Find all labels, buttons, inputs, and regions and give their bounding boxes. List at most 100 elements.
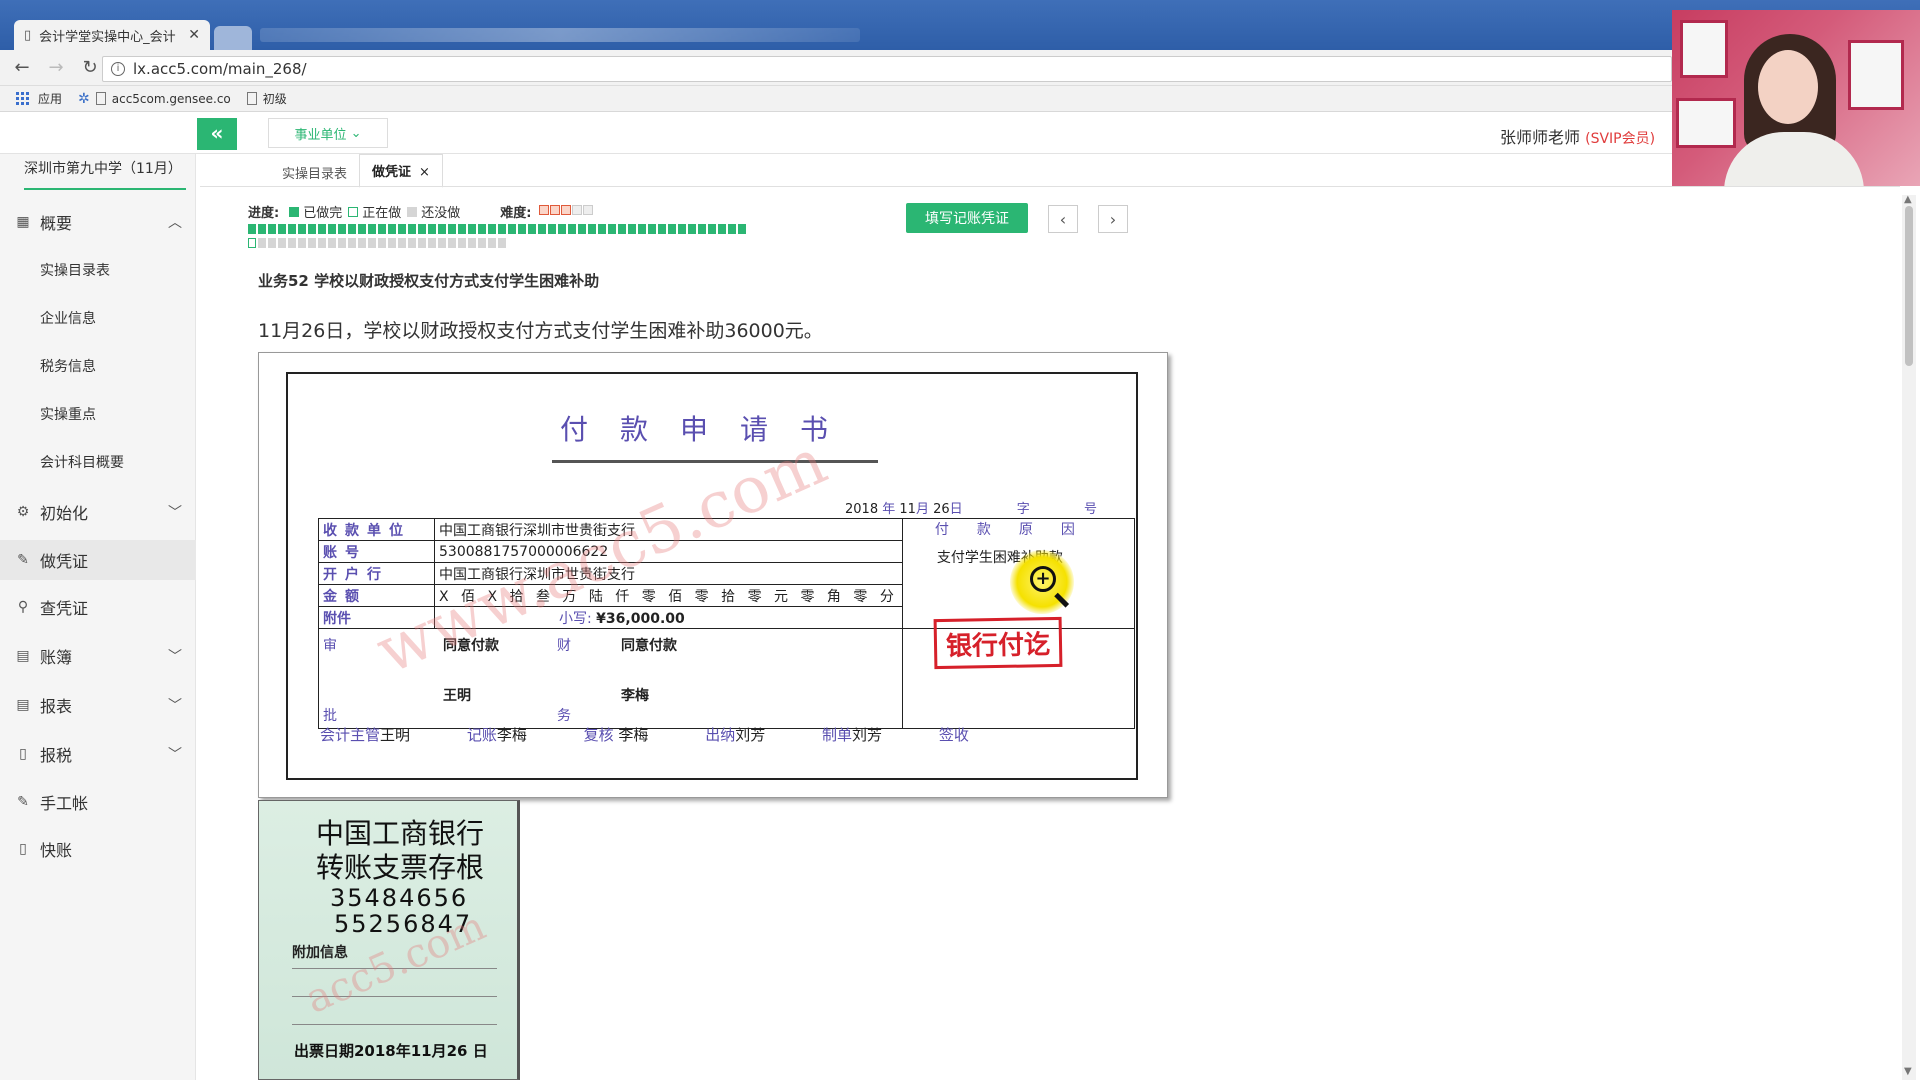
progress-step-done[interactable] — [348, 224, 356, 234]
bookmark-gensee[interactable]: ✲ acc5com.gensee.co — [78, 91, 231, 107]
progress-step-todo[interactable] — [388, 238, 396, 248]
progress-step-done[interactable] — [588, 224, 596, 234]
fill-voucher-button[interactable]: 填写记账凭证 — [906, 203, 1028, 233]
sidebar-subitem-accounts[interactable]: 会计科目概要 — [40, 452, 124, 472]
tab-catalog[interactable]: 实操目录表 — [270, 157, 359, 188]
progress-step-todo[interactable] — [378, 238, 386, 248]
close-icon[interactable]: ✕ — [188, 27, 200, 43]
bookmark-chuji[interactable]: 初级 — [246, 90, 287, 107]
user-info[interactable]: 张师师老师 (SVIP会员) — [1500, 124, 1655, 148]
bookmark-apps[interactable]: 应用 — [16, 90, 62, 107]
progress-step-done[interactable] — [608, 224, 616, 234]
progress-step-done[interactable] — [518, 224, 526, 234]
progress-step-done[interactable] — [618, 224, 626, 234]
progress-step-done[interactable] — [248, 224, 256, 234]
progress-step-todo[interactable] — [498, 238, 506, 248]
progress-step-todo[interactable] — [458, 238, 466, 248]
progress-step-done[interactable] — [428, 224, 436, 234]
progress-step-done[interactable] — [628, 224, 636, 234]
progress-step-todo[interactable] — [488, 238, 496, 248]
progress-step-done[interactable] — [578, 224, 586, 234]
progress-step-todo[interactable] — [468, 238, 476, 248]
browser-tab[interactable]: ▯ 会计学堂实操中心_会计 ✕ — [14, 20, 210, 50]
progress-step-done[interactable] — [698, 224, 706, 234]
info-icon[interactable]: i — [111, 62, 125, 76]
progress-step-done[interactable] — [728, 224, 736, 234]
sidebar-item-overview[interactable]: ▦ 概要 ︿ — [0, 202, 196, 242]
close-icon[interactable]: × — [419, 165, 430, 180]
progress-step-done[interactable] — [548, 224, 556, 234]
progress-step-todo[interactable] — [328, 238, 336, 248]
progress-step-done[interactable] — [568, 224, 576, 234]
progress-step-todo[interactable] — [438, 238, 446, 248]
progress-step-todo[interactable] — [478, 238, 486, 248]
sidebar-item-init[interactable]: ⚙ 初始化 ﹀ — [0, 492, 196, 532]
progress-step-done[interactable] — [358, 224, 366, 234]
progress-step-todo[interactable] — [418, 238, 426, 248]
progress-step-done[interactable] — [648, 224, 656, 234]
progress-step-todo[interactable] — [368, 238, 376, 248]
progress-step-done[interactable] — [678, 224, 686, 234]
progress-step-done[interactable] — [688, 224, 696, 234]
prev-button[interactable]: ‹ — [1048, 205, 1078, 233]
progress-step-done[interactable] — [638, 224, 646, 234]
progress-step-done[interactable] — [478, 224, 486, 234]
progress-step-current[interactable] — [248, 238, 256, 248]
progress-step-todo[interactable] — [358, 238, 366, 248]
progress-step-done[interactable] — [488, 224, 496, 234]
back-arrow-icon[interactable]: ← — [10, 57, 34, 78]
tab-make-voucher[interactable]: 做凭证 × — [359, 154, 443, 188]
progress-step-done[interactable] — [498, 224, 506, 234]
progress-step-done[interactable] — [468, 224, 476, 234]
progress-step-todo[interactable] — [428, 238, 436, 248]
progress-step-done[interactable] — [318, 224, 326, 234]
zoom-in-icon[interactable]: + — [1030, 566, 1056, 592]
progress-step-todo[interactable] — [338, 238, 346, 248]
sidebar-item-manual[interactable]: ✎ 手工帐 — [0, 782, 196, 822]
progress-step-done[interactable] — [288, 224, 296, 234]
collapse-sidebar-button[interactable]: « — [197, 118, 237, 150]
progress-step-todo[interactable] — [408, 238, 416, 248]
progress-step-done[interactable] — [668, 224, 676, 234]
sidebar-item-make-voucher[interactable]: ✎ 做凭证 — [0, 540, 196, 580]
progress-step-done[interactable] — [528, 224, 536, 234]
scroll-up-arrow-icon[interactable]: ▲ — [1904, 194, 1912, 205]
progress-step-done[interactable] — [268, 224, 276, 234]
progress-step-todo[interactable] — [448, 238, 456, 248]
progress-step-todo[interactable] — [308, 238, 316, 248]
progress-step-done[interactable] — [718, 224, 726, 234]
sidebar-item-query-voucher[interactable]: ⚲ 查凭证 — [0, 587, 196, 627]
progress-step-done[interactable] — [258, 224, 266, 234]
progress-step-done[interactable] — [708, 224, 716, 234]
progress-step-done[interactable] — [408, 224, 416, 234]
sidebar-item-tax-filing[interactable]: ▯ 报税 ﹀ — [0, 734, 196, 774]
unit-type-select[interactable]: 事业单位 ⌄ — [268, 118, 388, 148]
progress-step-done[interactable] — [508, 224, 516, 234]
sidebar-subitem-catalog[interactable]: 实操目录表 — [40, 260, 110, 280]
next-button[interactable]: › — [1098, 205, 1128, 233]
progress-step-todo[interactable] — [348, 238, 356, 248]
progress-step-done[interactable] — [658, 224, 666, 234]
progress-step-done[interactable] — [418, 224, 426, 234]
sidebar-subitem-company[interactable]: 企业信息 — [40, 308, 96, 328]
progress-step-done[interactable] — [738, 224, 746, 234]
sidebar-item-ledger[interactable]: ▤ 账簿 ﹀ — [0, 636, 196, 676]
progress-step-done[interactable] — [538, 224, 546, 234]
progress-step-done[interactable] — [448, 224, 456, 234]
progress-step-done[interactable] — [328, 224, 336, 234]
progress-step-todo[interactable] — [398, 238, 406, 248]
reload-icon[interactable]: ↻ — [78, 57, 102, 78]
progress-step-todo[interactable] — [278, 238, 286, 248]
progress-step-todo[interactable] — [258, 238, 266, 248]
progress-step-done[interactable] — [368, 224, 376, 234]
sidebar-subitem-keypoints[interactable]: 实操重点 — [40, 404, 96, 424]
progress-step-todo[interactable] — [268, 238, 276, 248]
progress-step-done[interactable] — [338, 224, 346, 234]
progress-step-todo[interactable] — [288, 238, 296, 248]
sidebar-item-quick[interactable]: ▯ 快账 — [0, 829, 196, 869]
progress-step-done[interactable] — [558, 224, 566, 234]
progress-step-done[interactable] — [298, 224, 306, 234]
progress-step-todo[interactable] — [318, 238, 326, 248]
progress-step-done[interactable] — [398, 224, 406, 234]
address-bar[interactable]: i lx.acc5.com/main_268/ — [102, 56, 1672, 82]
